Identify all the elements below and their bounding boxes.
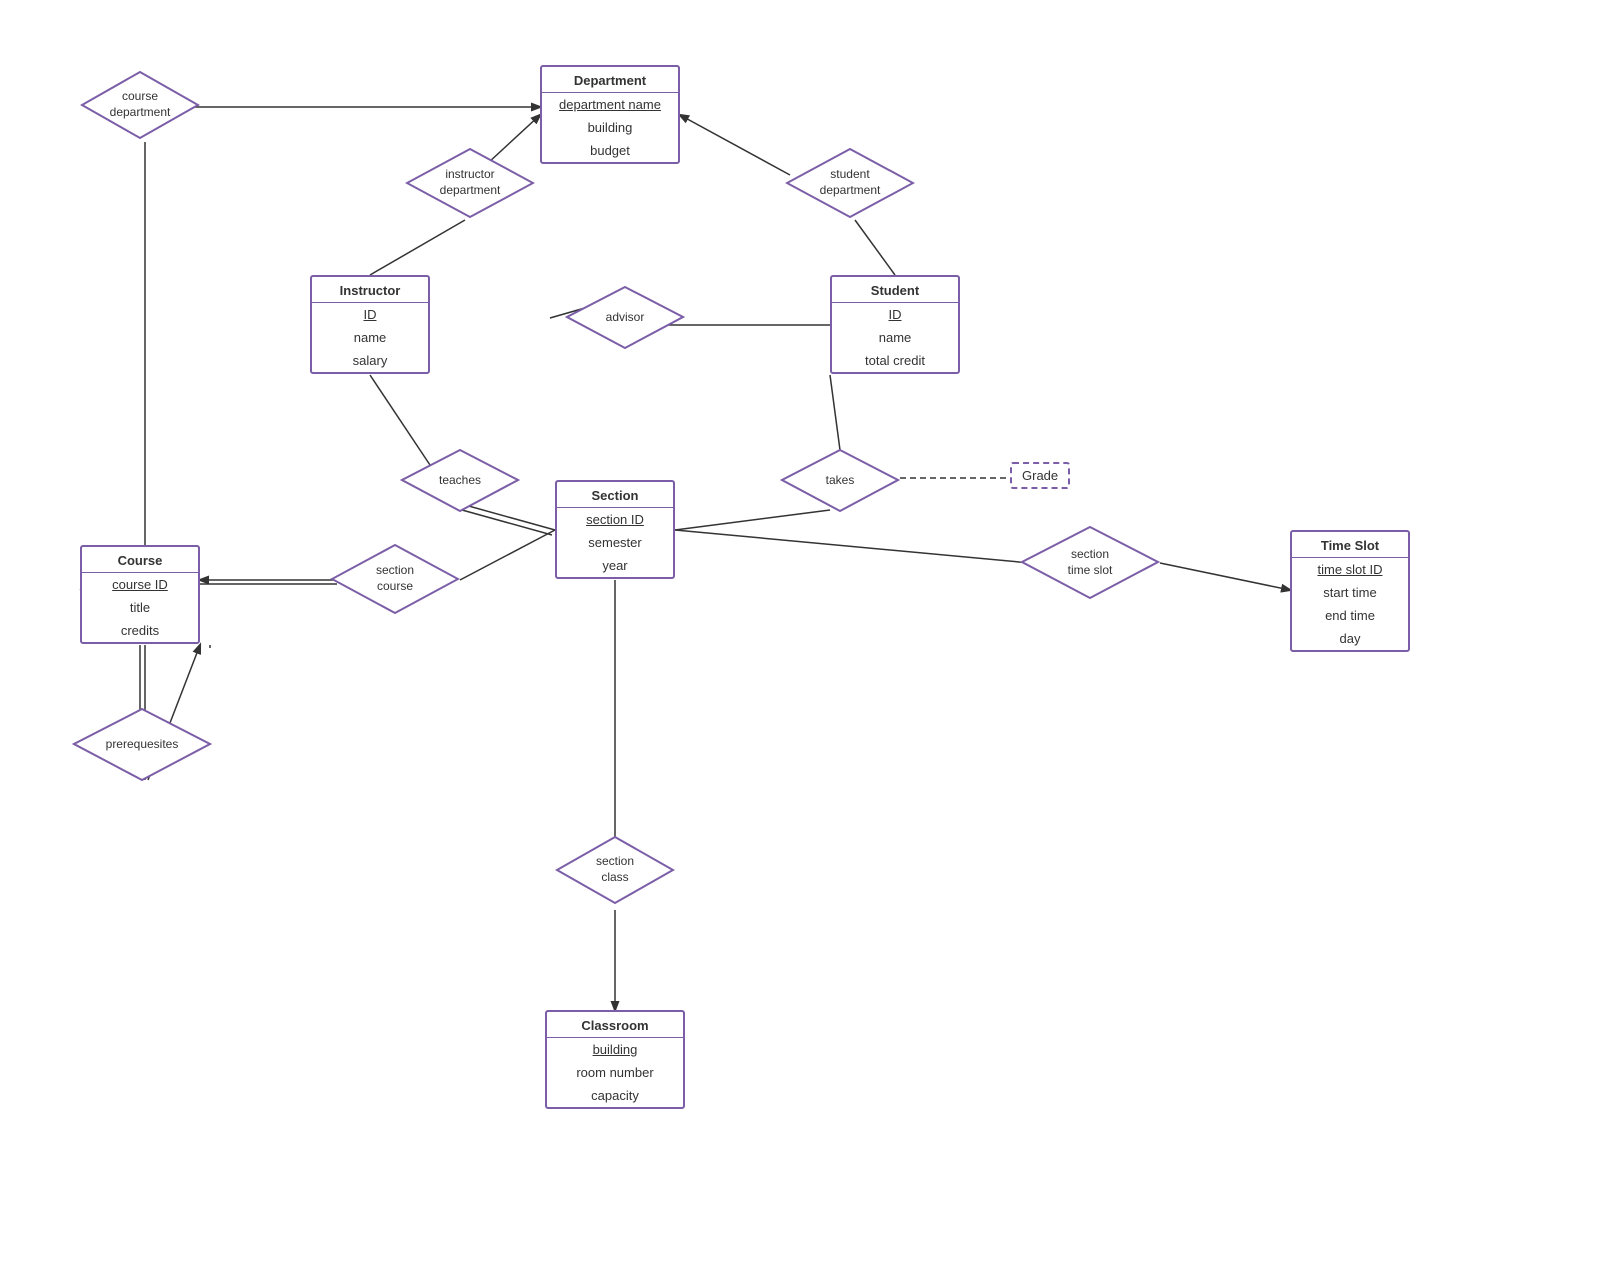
student-attr-id: ID xyxy=(832,303,958,326)
instructor-attr-name: name xyxy=(312,326,428,349)
advisor-label: advisor xyxy=(606,310,645,326)
department-attr-budget: budget xyxy=(542,139,678,162)
prerequesites-label: prerequesites xyxy=(106,737,179,753)
course-title: Course xyxy=(82,547,198,573)
timeslot-entity: Time Slot time slot ID start time end ti… xyxy=(1290,530,1410,652)
timeslot-attr-id: time slot ID xyxy=(1292,558,1408,581)
classroom-entity: Classroom building room number capacity xyxy=(545,1010,685,1109)
section-timeslot-label: sectiontime slot xyxy=(1068,547,1113,578)
classroom-title: Classroom xyxy=(547,1012,683,1038)
classroom-attr-capacity: capacity xyxy=(547,1084,683,1107)
section-course-diamond: sectioncourse xyxy=(330,543,460,615)
prerequesites-diamond: prerequesites xyxy=(72,707,212,782)
instructor-attr-id: ID xyxy=(312,303,428,326)
teaches-label: teaches xyxy=(439,473,481,489)
instructor-entity: Instructor ID name salary xyxy=(310,275,430,374)
advisor-diamond: advisor xyxy=(565,285,685,350)
department-title: Department xyxy=(542,67,678,93)
department-entity: Department department name building budg… xyxy=(540,65,680,164)
section-course-label: sectioncourse xyxy=(376,563,414,594)
student-title: Student xyxy=(832,277,958,303)
student-department-diamond: studentdepartment xyxy=(785,147,915,219)
grade-label: Grade xyxy=(1022,468,1058,483)
instructor-title: Instructor xyxy=(312,277,428,303)
course-attr-id: course ID xyxy=(82,573,198,596)
department-attr-name: department name xyxy=(542,93,678,116)
timeslot-attr-day: day xyxy=(1292,627,1408,650)
classroom-attr-room: room number xyxy=(547,1061,683,1084)
timeslot-attr-start: start time xyxy=(1292,581,1408,604)
teaches-diamond: teaches xyxy=(400,448,520,513)
timeslot-attr-end: end time xyxy=(1292,604,1408,627)
section-attr-semester: semester xyxy=(557,531,673,554)
student-entity: Student ID name total credit xyxy=(830,275,960,374)
takes-label: takes xyxy=(826,473,855,489)
takes-diamond: takes xyxy=(780,448,900,513)
section-attr-year: year xyxy=(557,554,673,577)
timeslot-title: Time Slot xyxy=(1292,532,1408,558)
course-attr-title: title xyxy=(82,596,198,619)
course-attr-credits: credits xyxy=(82,619,198,642)
instructor-attr-salary: salary xyxy=(312,349,428,372)
instructor-department-label: instructordepartment xyxy=(440,167,501,198)
student-attr-credit: total credit xyxy=(832,349,958,372)
course-department-label: coursedepartment xyxy=(110,89,171,120)
student-department-label: studentdepartment xyxy=(820,167,881,198)
section-attr-id: section ID xyxy=(557,508,673,531)
section-class-label: sectionclass xyxy=(596,854,634,885)
section-entity: Section section ID semester year xyxy=(555,480,675,579)
student-attr-name: name xyxy=(832,326,958,349)
course-entity: Course course ID title credits xyxy=(80,545,200,644)
instructor-department-diamond: instructordepartment xyxy=(405,147,535,219)
department-attr-building: building xyxy=(542,116,678,139)
section-title: Section xyxy=(557,482,673,508)
section-class-diamond: sectionclass xyxy=(555,835,675,905)
classroom-attr-building: building xyxy=(547,1038,683,1061)
grade-box: Grade xyxy=(1010,462,1070,489)
section-timeslot-diamond: sectiontime slot xyxy=(1020,525,1160,600)
course-department-diamond: coursedepartment xyxy=(80,70,200,140)
